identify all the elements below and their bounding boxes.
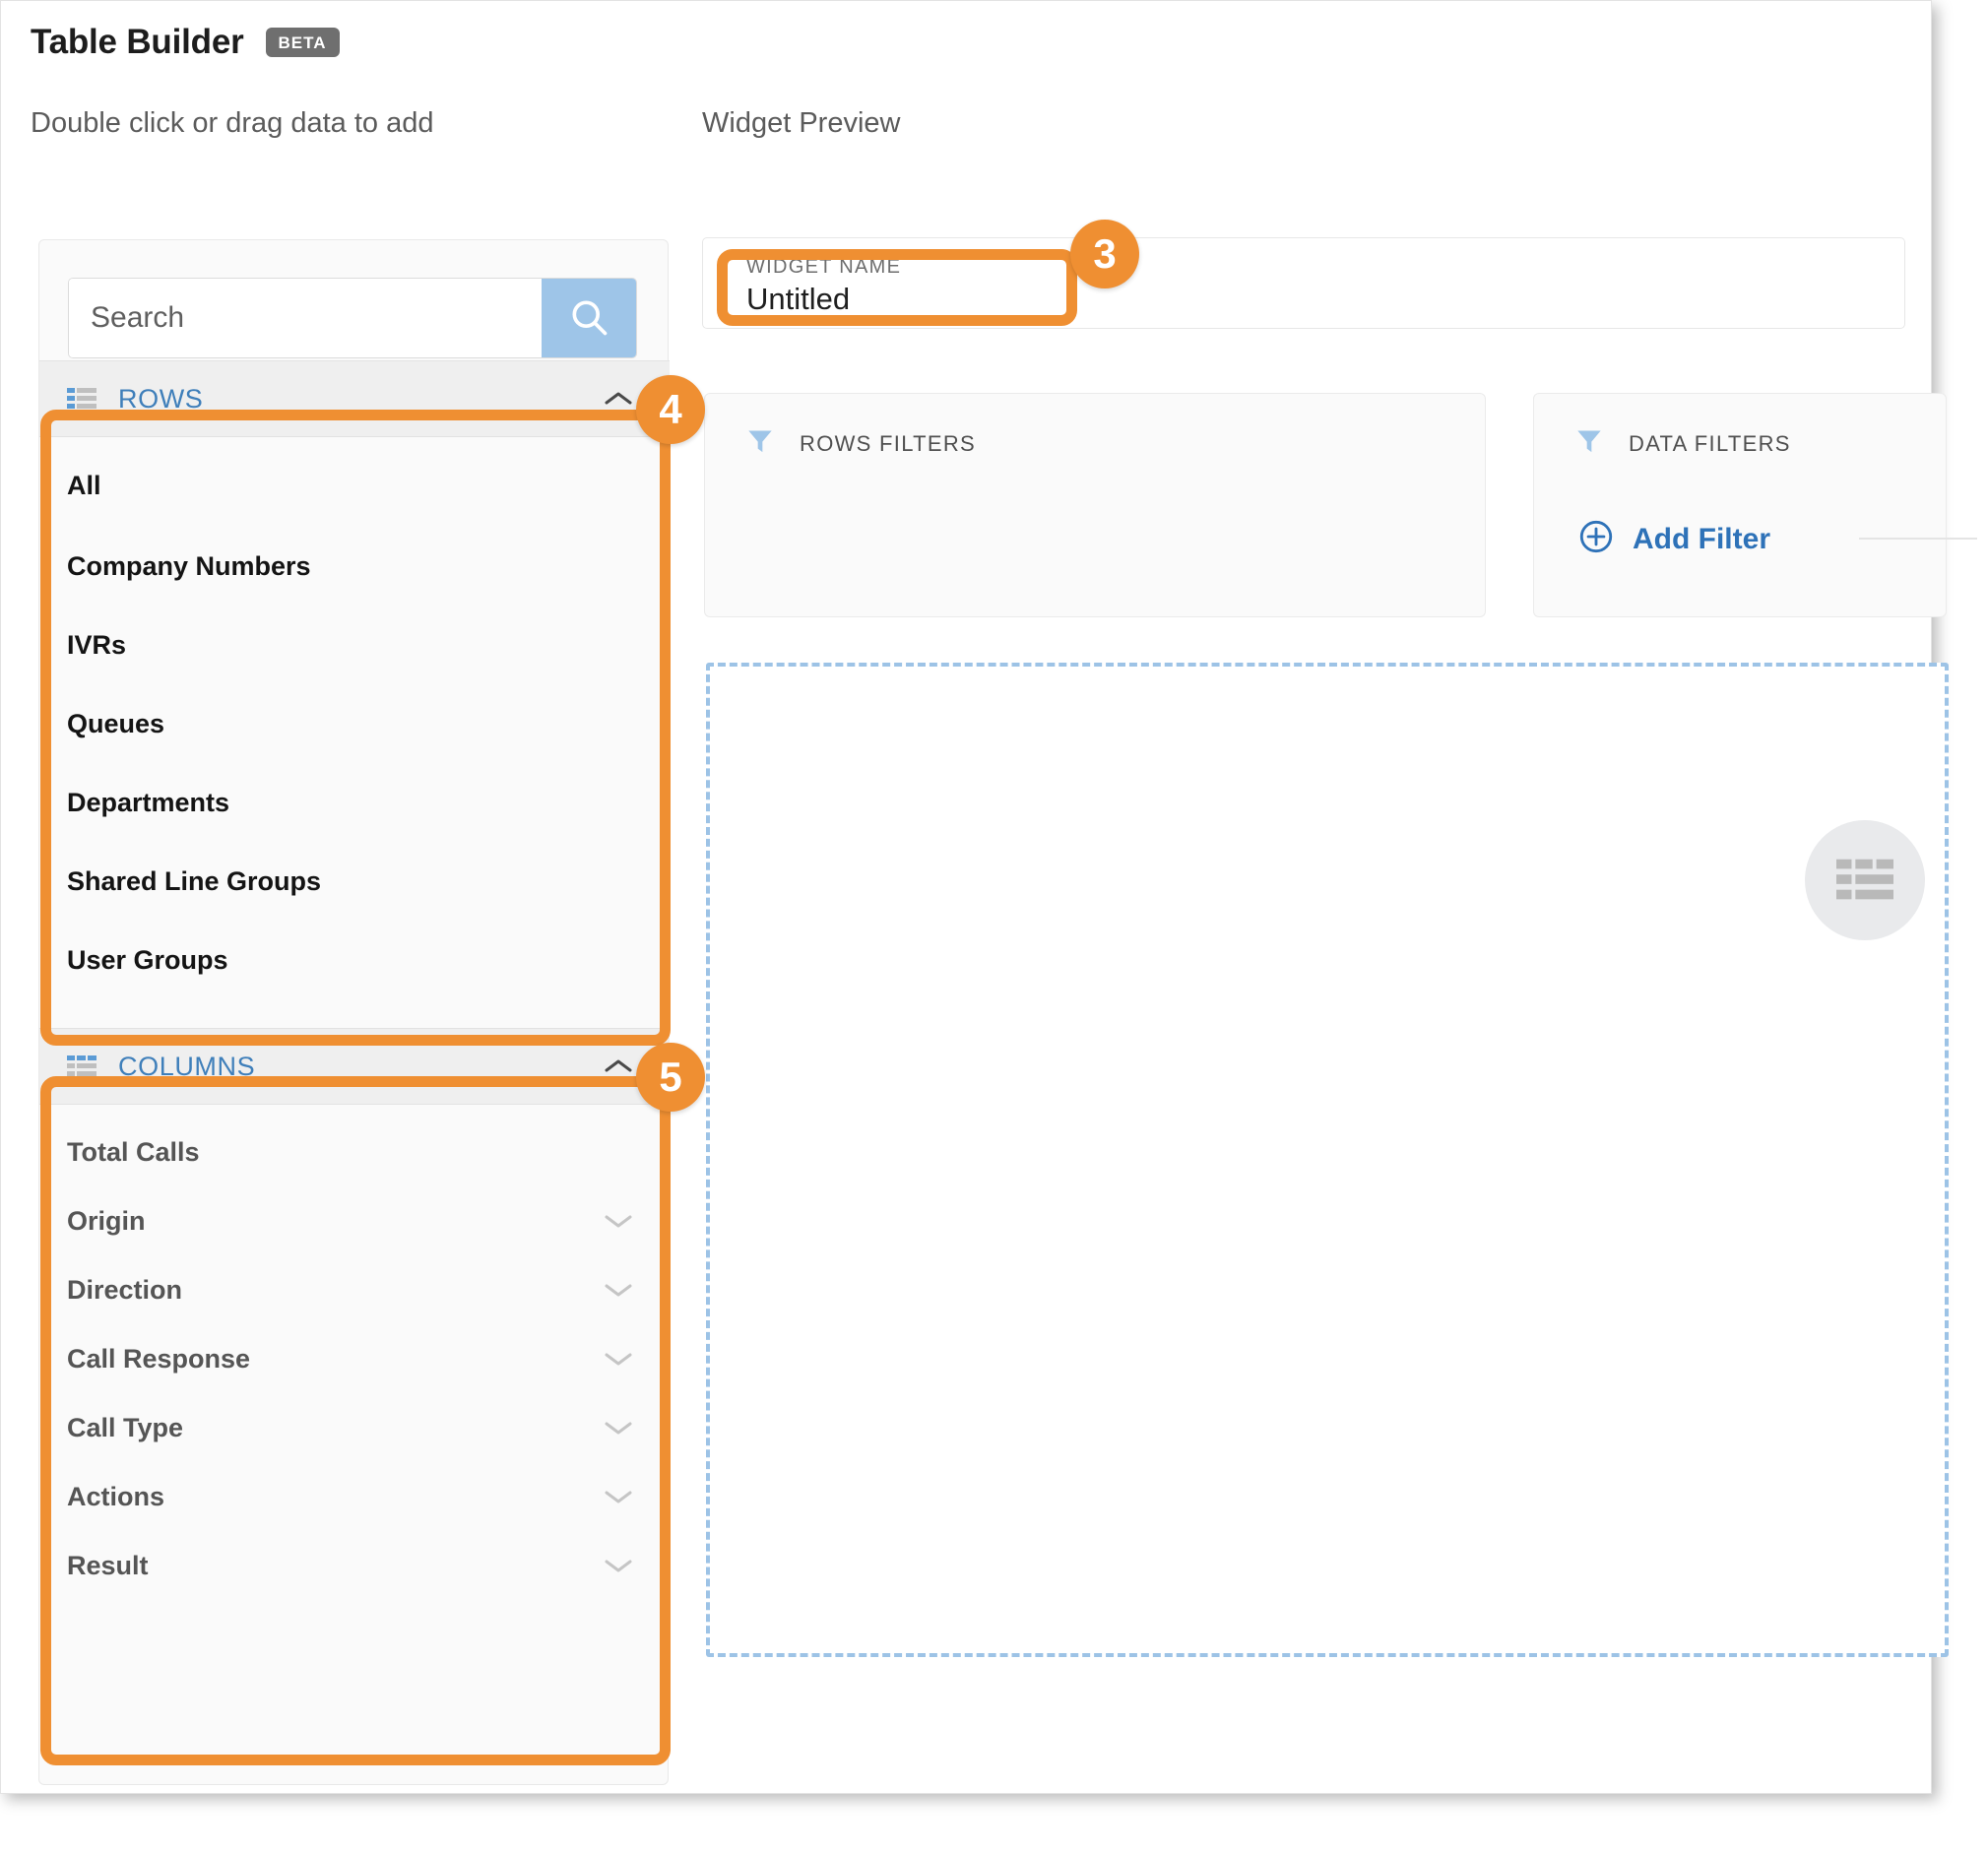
chevron-up-icon[interactable] — [603, 389, 634, 409]
columns-item-total-calls[interactable]: Total Calls — [39, 1121, 670, 1183]
plus-circle-icon — [1577, 518, 1615, 560]
table-builder-card: Table Builder BETA Double click or drag … — [0, 0, 1977, 1794]
chevron-down-icon[interactable] — [603, 1280, 634, 1300]
page-title: Table Builder — [31, 23, 244, 61]
list-item-label: All — [67, 470, 101, 500]
funnel-icon — [1575, 427, 1603, 460]
rows-item-user-groups[interactable]: User Groups — [39, 929, 670, 991]
add-filter-button[interactable]: Add Filter — [1577, 518, 1770, 560]
columns-item-call-response[interactable]: Call Response — [39, 1328, 670, 1389]
widget-name-label: WIDGET NAME — [746, 256, 902, 278]
rows-item-ivrs[interactable]: IVRs — [39, 614, 670, 675]
beta-badge: BETA — [265, 28, 340, 57]
list-item-label: User Groups — [67, 944, 228, 975]
rows-filters-header: ROWS FILTERS — [746, 427, 976, 460]
list-item-label: Direction — [67, 1274, 183, 1305]
widget-name-field[interactable]: WIDGET NAME — [702, 237, 1905, 329]
rows-item-queues[interactable]: Queues — [39, 693, 670, 754]
chevron-down-icon[interactable] — [603, 1556, 634, 1575]
rows-filters-label: ROWS FILTERS — [800, 430, 976, 456]
rows-item-departments[interactable]: Departments — [39, 772, 670, 833]
group-header-columns[interactable]: COLUMNS — [39, 1028, 670, 1105]
chevron-down-icon[interactable] — [603, 1418, 634, 1438]
data-filters-header: DATA FILTERS — [1575, 427, 1791, 460]
data-filters-card: DATA FILTERS Add Filter — [1533, 393, 1977, 617]
list-item-label: Departments — [67, 787, 230, 817]
list-item-label: Actions — [67, 1481, 165, 1511]
chevron-down-icon[interactable] — [603, 1211, 634, 1231]
group-title-columns: COLUMNS — [118, 1051, 256, 1081]
group-title-rows: ROWS — [118, 383, 204, 414]
widget-preview-subtitle: Widget Preview — [702, 107, 901, 139]
search-box[interactable] — [68, 278, 637, 358]
columns-item-actions[interactable]: Actions — [39, 1466, 670, 1527]
list-item-label: Call Response — [67, 1343, 251, 1374]
columns-item-direction[interactable]: Direction — [39, 1259, 670, 1320]
callout-badge-4: 4 — [636, 375, 705, 444]
rows-filters-card: ROWS FILTERS — [704, 393, 1486, 617]
list-item-label: Total Calls — [67, 1136, 200, 1167]
list-item-label: Company Numbers — [67, 550, 311, 581]
search-button[interactable] — [542, 279, 636, 357]
funnel-icon — [746, 427, 774, 460]
group-header-rows[interactable]: ROWS — [39, 360, 670, 437]
data-source-panel: ROWS All Company Numbers IVRs — [38, 239, 670, 1785]
data-filters-label: DATA FILTERS — [1629, 430, 1791, 456]
rows-item-all[interactable]: All — [39, 455, 670, 516]
page-header: Table Builder BETA — [31, 23, 340, 62]
table-placeholder-icon — [1805, 820, 1925, 940]
table-columns-icon — [67, 1055, 96, 1078]
left-panel-subtitle: Double click or drag data to add — [31, 107, 434, 139]
columns-item-result[interactable]: Result — [39, 1535, 670, 1596]
list-item-label: Shared Line Groups — [67, 865, 322, 896]
search-input[interactable] — [69, 279, 542, 357]
rows-item-company-numbers[interactable]: Company Numbers — [39, 536, 670, 597]
columns-item-call-type[interactable]: Call Type — [39, 1397, 670, 1458]
search-icon — [567, 295, 610, 342]
list-item-label: Call Type — [67, 1412, 184, 1442]
widget-name-input[interactable] — [746, 282, 1071, 317]
chevron-down-icon[interactable] — [603, 1487, 634, 1506]
screenshot-root: Table Builder BETA Double click or drag … — [0, 0, 1988, 1854]
chevron-up-icon[interactable] — [603, 1056, 634, 1076]
table-rows-icon — [67, 387, 96, 411]
rows-item-shared-line-groups[interactable]: Shared Line Groups — [39, 851, 670, 912]
widget-drop-zone[interactable] — [706, 663, 1949, 1657]
list-item-label: Origin — [67, 1205, 146, 1236]
callout-badge-5: 5 — [636, 1043, 705, 1112]
add-filter-label: Add Filter — [1633, 522, 1770, 555]
add-filter-divider — [1859, 538, 1977, 540]
list-item-label: Result — [67, 1550, 149, 1580]
list-item-label: Queues — [67, 708, 165, 738]
callout-badge-3: 3 — [1070, 220, 1139, 288]
columns-item-origin[interactable]: Origin — [39, 1190, 670, 1251]
chevron-down-icon[interactable] — [603, 1349, 634, 1369]
list-item-label: IVRs — [67, 629, 127, 660]
